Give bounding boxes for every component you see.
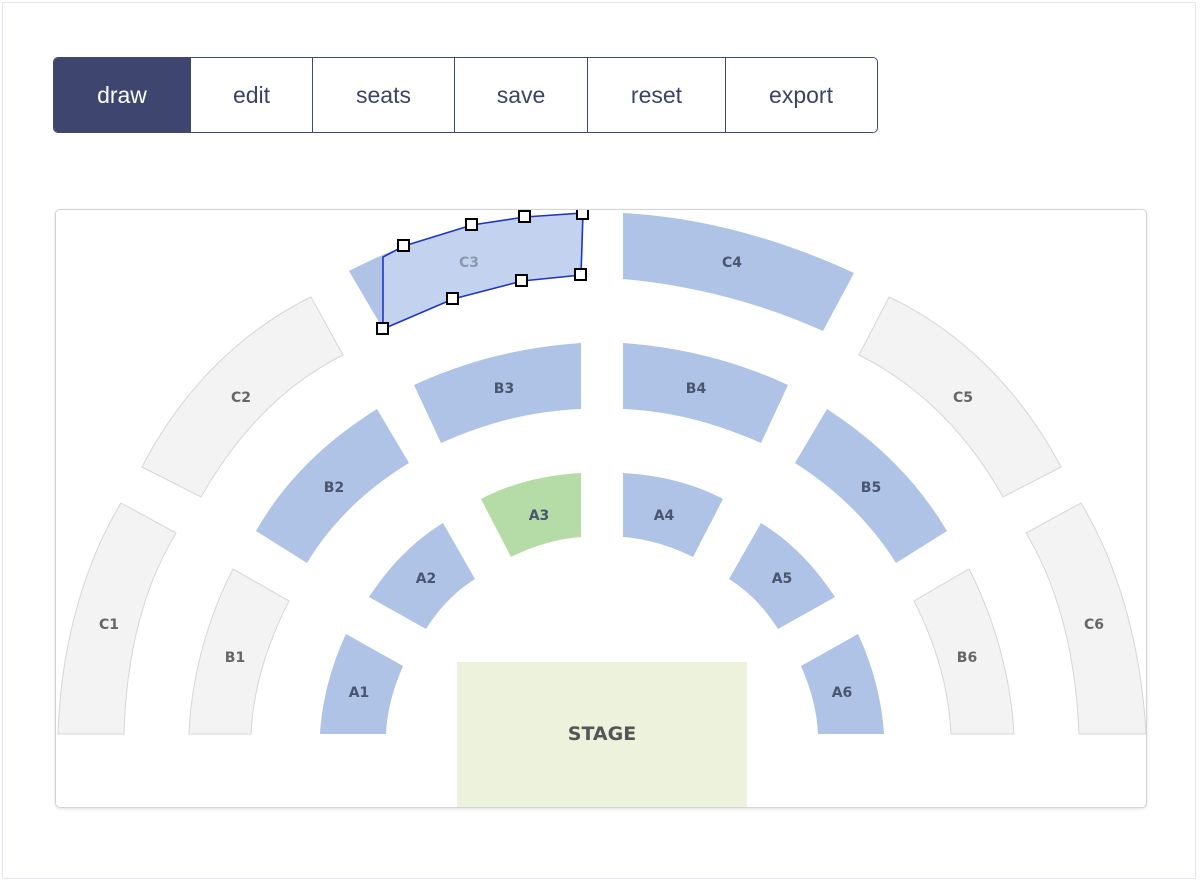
selection-handle[interactable] [518,210,531,223]
section-label-B6: B6 [957,650,977,666]
toolbar: draw edit seats save reset export [53,57,878,133]
section-label-C6: C6 [1084,617,1104,633]
section-label-C4: C4 [722,255,742,271]
section-label-C2: C2 [231,390,251,406]
selection-handle[interactable] [446,292,459,305]
selection-handle[interactable] [465,218,478,231]
edit-button[interactable]: edit [191,58,313,132]
section-label-A5: A5 [772,571,793,587]
selection-handle[interactable] [397,239,410,252]
seating-map-canvas[interactable]: STAGE C1 C2 C3 C4 C5 C6 B1 B2 B3 B4 B5 B… [55,209,1147,808]
section-label-A3: A3 [529,508,550,524]
selection-handle[interactable] [515,274,528,287]
section-label-B4: B4 [686,381,707,397]
section-label-C5: C5 [953,390,973,406]
section-label-A6: A6 [832,685,853,701]
selection-label: C3 [459,255,479,271]
section-label-B5: B5 [861,480,881,496]
selection-handle[interactable] [574,268,587,281]
stage-label: STAGE [568,723,636,745]
seats-button[interactable]: seats [313,58,455,132]
draw-button[interactable]: draw [54,58,191,132]
save-button[interactable]: save [455,58,588,132]
section-label-B3: B3 [494,381,514,397]
selection-handle[interactable] [576,210,589,220]
section-C4[interactable] [623,213,854,331]
reset-button[interactable]: reset [588,58,726,132]
section-label-B1: B1 [225,650,245,666]
section-label-B2: B2 [324,480,344,496]
section-label-A1: A1 [349,685,370,701]
section-label-A2: A2 [416,571,437,587]
selection-handle[interactable] [376,322,389,335]
selection-polygon[interactable] [382,212,584,331]
section-label-A4: A4 [654,508,675,524]
export-button[interactable]: export [726,58,876,132]
section-A1[interactable] [320,634,403,734]
section-A6[interactable] [801,634,884,734]
section-label-C1: C1 [99,617,119,633]
seating-map-svg[interactable]: STAGE C1 C2 C3 C4 C5 C6 B1 B2 B3 B4 B5 B… [56,210,1147,808]
